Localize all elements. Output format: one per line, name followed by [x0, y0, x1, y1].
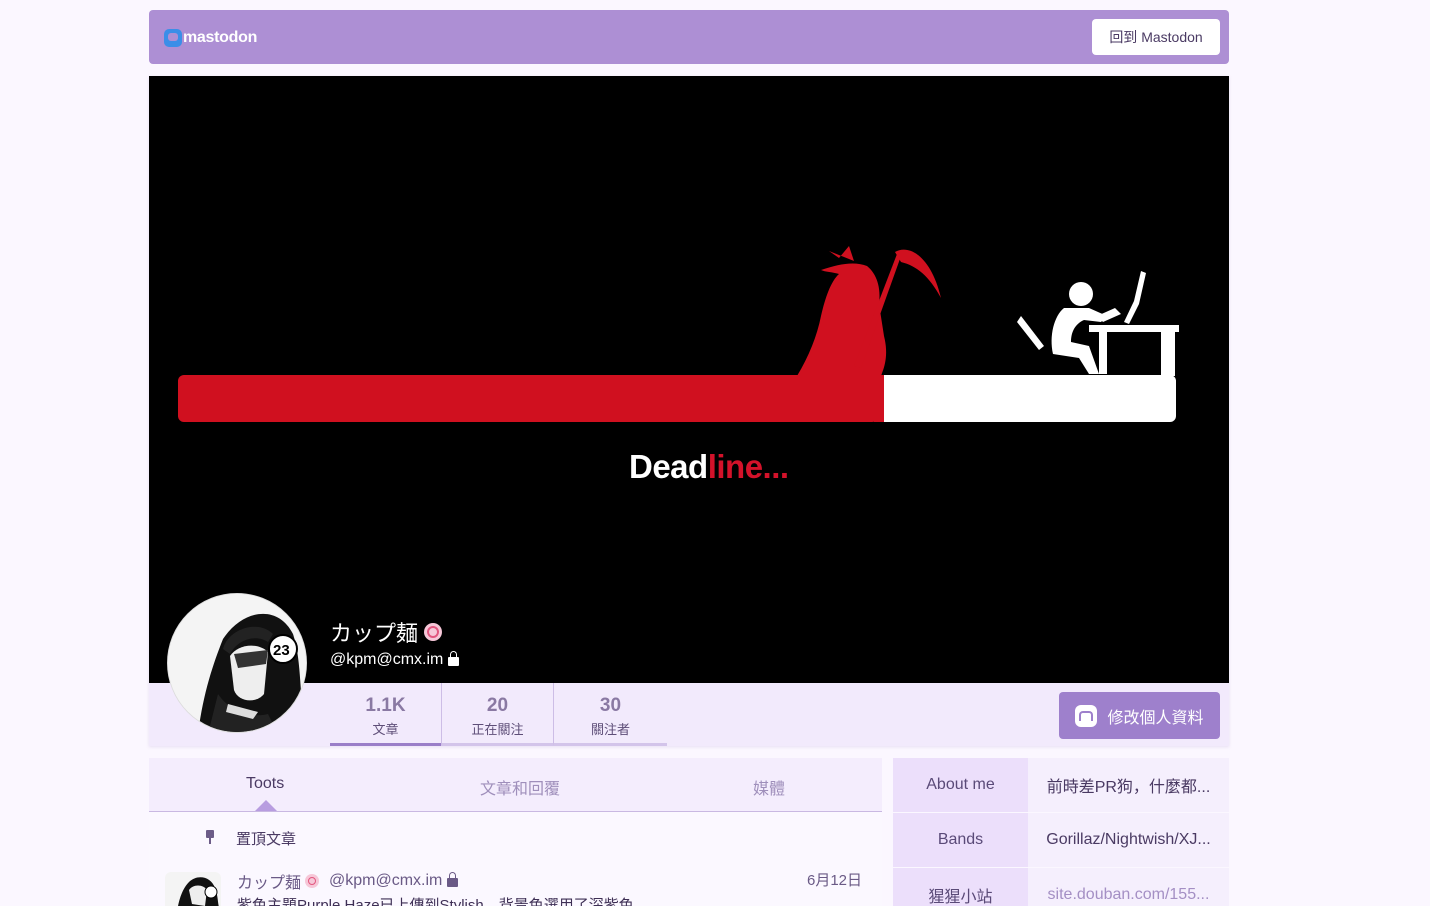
logo-text: mastodon — [183, 29, 258, 46]
mastodon-icon — [164, 29, 182, 47]
tab-toots-and-replies[interactable]: 文章和回覆 — [480, 775, 560, 799]
pinned-header: 置頂文章 — [149, 828, 882, 848]
mastodon-icon — [1075, 704, 1098, 727]
field-value-link[interactable]: site.douban.com/155... — [1028, 868, 1229, 906]
deadline-red-text: line... — [707, 448, 789, 485]
field-value: Gorillaz/Nightwish/XJ... — [1028, 813, 1229, 867]
progress-red-part — [178, 375, 878, 422]
profile-header-image: Deadline... — [149, 76, 1229, 683]
edit-profile-label: 修改個人資料 — [1107, 709, 1204, 727]
tab-media[interactable]: 媒體 — [753, 775, 785, 799]
posts-label: 文章 — [372, 722, 399, 737]
field-row: 猩猩小站 site.douban.com/155... — [893, 868, 1229, 906]
reaper-icon — [797, 246, 941, 376]
status-avatar-image — [165, 872, 221, 906]
timeline-tabs: Toots 文章和回覆 媒體 — [149, 758, 882, 812]
handle-text: @kpm@cmx.im — [330, 651, 444, 668]
top-bar: mastodon 回到 Mastodon — [149, 10, 1229, 64]
display-name-text: カップ麺 — [330, 621, 419, 646]
active-tab-indicator — [255, 800, 277, 811]
field-key: Bands — [893, 813, 1028, 867]
status-author-handle: @kpm@cmx.im — [329, 872, 443, 889]
edit-profile-button[interactable]: 修改個人資料 — [1059, 692, 1220, 739]
status-avatar[interactable] — [165, 872, 221, 906]
field-key: About me — [893, 758, 1028, 812]
lock-icon — [448, 650, 460, 666]
posts-count: 1.1K — [365, 695, 406, 716]
worker-at-desk-icon — [1017, 271, 1179, 376]
pin-icon — [205, 830, 215, 844]
back-to-mastodon-button[interactable]: 回到 Mastodon — [1092, 19, 1220, 55]
profile-fields: About me 前時差PR狗，什麼都... Bands Gorillaz/Ni… — [893, 758, 1229, 906]
field-value: 前時差PR狗，什麼都... — [1028, 758, 1229, 812]
status-author-name: カップ麺 — [237, 875, 302, 892]
status-content: 紫色主題Purple Haze已上傳到Stylish，背景色選用了深紫色 — [237, 897, 634, 906]
status-timestamp[interactable]: 6月12日 — [807, 869, 862, 890]
field-row: About me 前時差PR狗，什麼都... — [893, 758, 1229, 812]
following-count: 20 — [486, 695, 509, 716]
status-author[interactable]: カップ麺 @kpm@cmx.im — [237, 869, 459, 893]
field-key: 猩猩小站 — [893, 868, 1028, 906]
avatar[interactable]: 23 — [167, 593, 307, 733]
account-handle: @kpm@cmx.im — [330, 650, 460, 669]
spiral-emoji-icon — [305, 874, 320, 888]
spiral-emoji-icon — [424, 623, 443, 641]
lock-icon — [447, 871, 459, 887]
status-feed: 置頂文章 カップ麺 @kpm@cmx.im 6月12日 紫色主題Purple H… — [149, 812, 882, 906]
progress-white-part — [878, 375, 1176, 422]
profile-card: Deadline... 23 カップ麺 @kpm@cmx.im 1.1K 文章 … — [149, 76, 1229, 746]
followers-label: 關注者 — [590, 722, 630, 737]
stat-posts[interactable]: 1.1K 文章 — [330, 683, 441, 746]
field-row: Bands Gorillaz/Nightwish/XJ... — [893, 813, 1229, 867]
display-name: カップ麺 — [330, 616, 443, 648]
tab-toots[interactable]: Toots — [246, 775, 284, 793]
pinned-label: 置頂文章 — [236, 831, 297, 848]
followers-count: 30 — [599, 695, 622, 716]
deadline-illustration — [178, 246, 1179, 422]
avatar-image: 23 — [168, 594, 306, 732]
stat-following[interactable]: 20 正在關注 — [441, 683, 553, 746]
stat-followers[interactable]: 30 關注者 — [553, 683, 667, 746]
following-label: 正在關注 — [471, 722, 524, 737]
mastodon-logo[interactable]: mastodon — [164, 26, 257, 50]
deadline-white-text: Dead — [629, 448, 708, 485]
svg-text:23: 23 — [273, 642, 290, 659]
deadline-caption: Deadline... — [629, 448, 789, 486]
